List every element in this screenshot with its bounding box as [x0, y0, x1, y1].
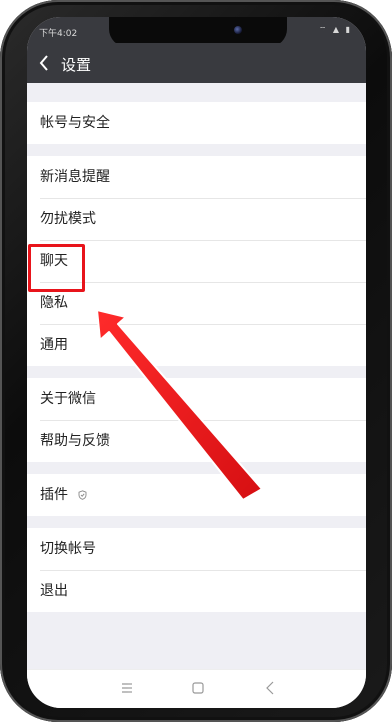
triangle-back-icon[interactable]: [260, 678, 280, 698]
page-title: 设置: [61, 56, 92, 74]
row-help-feedback[interactable]: 帮助与反馈: [27, 420, 366, 462]
row-label: 帐号与安全: [40, 115, 110, 131]
row-account-security[interactable]: 帐号与安全: [27, 102, 366, 144]
group-account: 帐号与安全: [27, 102, 366, 144]
group-plugins: 插件: [27, 474, 366, 516]
camera-icon: [234, 26, 242, 34]
row-label: 通用: [40, 337, 68, 353]
chevron-left-icon: [39, 55, 48, 71]
row-label: 勿扰模式: [40, 211, 96, 227]
row-label: 插件: [40, 487, 68, 503]
row-general[interactable]: 通用: [27, 324, 366, 366]
group-logout: 切换帐号 退出: [27, 528, 366, 612]
screen: 下午4:02 ⌔ ▲ ▮ 设置 帐号与安全 新消息提醒 勿扰模式 聊天 隐私 通…: [27, 17, 366, 708]
square-icon[interactable]: [188, 678, 208, 698]
nav-bar: 设置: [27, 43, 366, 83]
highlight-box: [28, 244, 85, 292]
row-label: 新消息提醒: [40, 169, 110, 185]
row-label: 关于微信: [40, 391, 96, 407]
row-label: 帮助与反馈: [40, 433, 110, 449]
row-do-not-disturb[interactable]: 勿扰模式: [27, 198, 366, 240]
row-logout[interactable]: 退出: [27, 570, 366, 612]
settings-list: 帐号与安全 新消息提醒 勿扰模式 聊天 隐私 通用 关于微信 帮助与反馈 插件 …: [27, 83, 366, 612]
row-label: 切换帐号: [40, 541, 96, 557]
row-new-message-alerts[interactable]: 新消息提醒: [27, 156, 366, 198]
status-time: 下午4:02: [39, 29, 78, 39]
status-icons: ⌔ ▲ ▮: [318, 25, 352, 34]
row-label: 退出: [40, 583, 68, 599]
row-about-wechat[interactable]: 关于微信: [27, 378, 366, 420]
menu-icon[interactable]: [117, 678, 137, 698]
row-plugins[interactable]: 插件: [27, 474, 366, 516]
system-nav-bar: [27, 669, 366, 708]
back-button[interactable]: [33, 49, 59, 77]
row-label: 隐私: [40, 295, 68, 311]
row-switch-account[interactable]: 切换帐号: [27, 528, 366, 570]
group-about: 关于微信 帮助与反馈: [27, 378, 366, 462]
shield-icon: [79, 490, 87, 500]
